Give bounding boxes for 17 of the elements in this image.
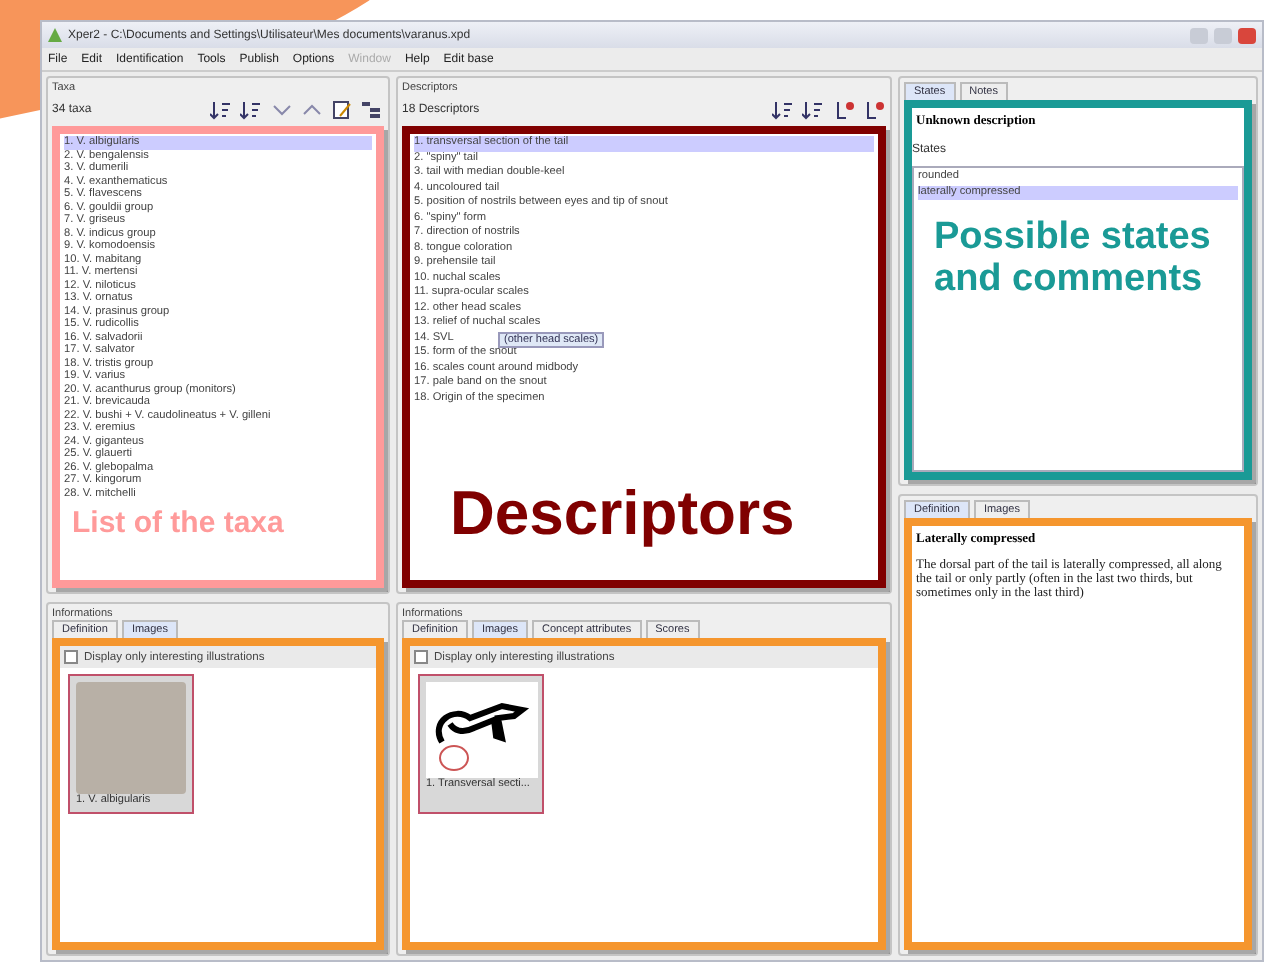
descriptor-icon[interactable] <box>862 98 886 122</box>
photo-placeholder <box>76 682 186 794</box>
annotation-label: List of the taxa <box>72 508 284 542</box>
checkbox[interactable] <box>64 650 78 664</box>
checkbox[interactable] <box>414 650 428 664</box>
tree-icon[interactable] <box>360 98 384 122</box>
close-button[interactable] <box>1238 27 1256 43</box>
sort-icon[interactable] <box>802 98 826 122</box>
app-icon <box>48 28 62 42</box>
sort-icon[interactable] <box>210 98 234 122</box>
annotation-label: Descriptors <box>450 480 795 550</box>
lizard-drawing <box>426 682 538 778</box>
annotation-label: Possible states and comments <box>934 216 1213 302</box>
edit-icon[interactable] <box>330 98 354 122</box>
sort-icon[interactable] <box>240 98 264 122</box>
descriptor-icon[interactable] <box>832 98 856 122</box>
sort-icon[interactable] <box>772 98 796 122</box>
